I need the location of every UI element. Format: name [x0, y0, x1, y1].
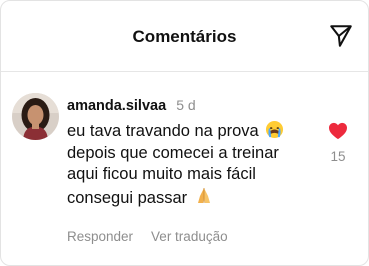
- comment-timestamp: 5 d: [176, 97, 196, 113]
- comment-meta: amanda.silvaa 5 d: [67, 97, 196, 114]
- reply-button[interactable]: Responder: [67, 229, 133, 244]
- send-icon[interactable]: [328, 23, 354, 49]
- crying-face-emoji-icon: [266, 120, 284, 139]
- comment-text: eu tava travando na prova depois que com…: [67, 120, 322, 209]
- page-title: Comentários: [132, 27, 237, 46]
- comment-actions: Responder Ver tradução: [67, 229, 228, 244]
- comment-line: consegui passar: [67, 186, 322, 210]
- comment-line: depois que comecei a treinar: [67, 143, 279, 162]
- avatar[interactable]: [12, 93, 59, 140]
- comment-item: amanda.silvaa 5 d eu tava travando na pr…: [1, 72, 368, 265]
- comments-header: Comentários: [1, 1, 368, 72]
- comment-author[interactable]: amanda.silvaa: [67, 98, 166, 114]
- like-count: 15: [330, 149, 346, 164]
- heart-icon[interactable]: [328, 122, 348, 140]
- comments-panel: Comentários amanda.silvaa 5 d eu tava tr…: [0, 0, 369, 266]
- translate-button[interactable]: Ver tradução: [151, 229, 228, 244]
- folded-hands-emoji-icon: [197, 187, 210, 203]
- comment-line: eu tava travando na prova: [67, 120, 322, 143]
- comment-line: aqui ficou muito mais fácil: [67, 165, 256, 184]
